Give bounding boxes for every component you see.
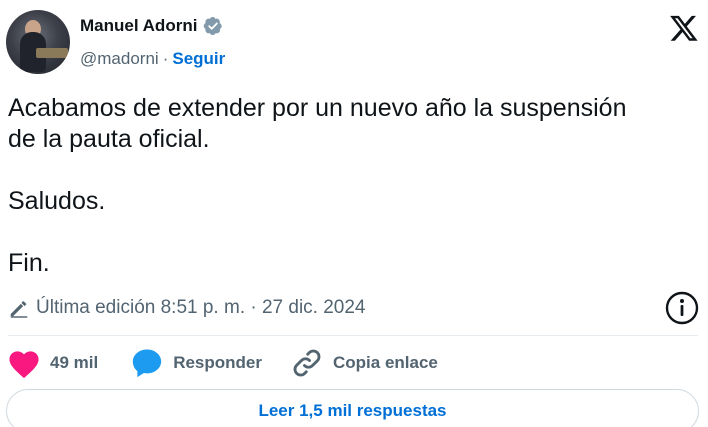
- author-name-row: Manuel Adorni: [80, 16, 223, 36]
- pencil-icon: [10, 301, 28, 318]
- handle-separator: ·: [162, 49, 169, 68]
- x-logo-icon[interactable]: [668, 13, 700, 43]
- heart-icon: [9, 351, 39, 379]
- like-count: 49 mil: [50, 353, 99, 372]
- author-handle[interactable]: @madorni: [80, 49, 159, 69]
- avatar[interactable]: [6, 10, 70, 74]
- tweet-text: Acabamos de extender por un nuevo año la…: [8, 94, 627, 277]
- divider: [8, 335, 698, 336]
- verified-badge-icon: [204, 17, 223, 35]
- reply-button[interactable]: Responder: [130, 346, 262, 380]
- avatar-podium: [36, 48, 68, 58]
- reply-label: Responder: [173, 353, 262, 372]
- action-bar: 49 mil Responder Copia enlace: [6, 344, 438, 382]
- author-handle-row: @madorni · Seguir: [80, 49, 225, 69]
- edited-label: Última edición 8:51 p. m. · 27 dic. 2024: [36, 297, 366, 318]
- speech-bubble-icon: [133, 349, 162, 378]
- author-name[interactable]: Manuel Adorni: [80, 16, 197, 36]
- follow-button[interactable]: Seguir: [172, 49, 225, 69]
- copy-link-button[interactable]: Copia enlace: [290, 346, 438, 380]
- edited-timestamp-row[interactable]: Última edición 8:51 p. m. · 27 dic. 2024: [8, 294, 366, 322]
- like-button[interactable]: 49 mil: [6, 347, 98, 379]
- link-icon: [293, 349, 321, 377]
- read-replies-button[interactable]: Leer 1,5 mil respuestas: [6, 389, 699, 427]
- tweet-header: Manuel Adorni @madorni · Seguir: [6, 8, 702, 78]
- copy-link-label: Copia enlace: [333, 353, 438, 372]
- info-icon[interactable]: [664, 290, 700, 326]
